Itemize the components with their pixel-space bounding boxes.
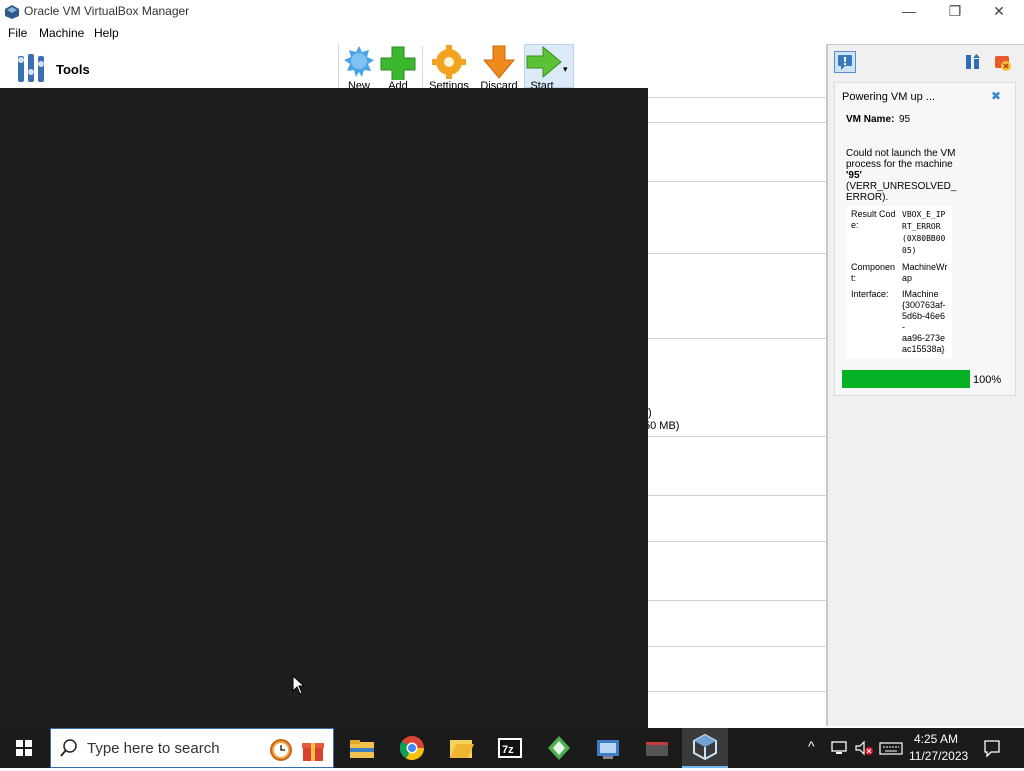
error-machine-name: '95' (846, 170, 862, 181)
clock-time[interactable]: 4:25 AM (914, 732, 958, 746)
component-value: MachineWr (902, 262, 948, 272)
notification-toggle-button[interactable] (834, 51, 856, 73)
result-code-label: e: (851, 220, 859, 230)
virtualbox-icon (693, 733, 717, 761)
discard-button[interactable]: Discard (476, 44, 522, 92)
show-hidden-icons-chevron-icon[interactable]: ^ (808, 738, 815, 754)
start-arrow-icon (526, 45, 562, 79)
restore-button[interactable]: ❐ (932, 0, 978, 24)
interface-value: IMachine (902, 289, 939, 299)
result-code-value: (0X80BB00 (902, 234, 946, 243)
divider (648, 495, 828, 496)
virtualbox-logo-icon (5, 5, 19, 19)
component-value: ap (902, 273, 913, 283)
settings-button[interactable]: Settings (426, 44, 472, 92)
error-message-line: ERROR). (846, 192, 889, 203)
menu-bar: File Machine Help (0, 24, 828, 44)
divider (648, 691, 828, 692)
gear-icon (432, 45, 466, 79)
7zip-icon[interactable]: 7z (495, 734, 525, 762)
virtualbox-taskbar-button[interactable] (682, 728, 728, 768)
vm-name-value: 95 (899, 114, 911, 125)
network-app-icon[interactable] (544, 734, 574, 762)
chrome-icon[interactable] (397, 734, 427, 762)
gift-icon[interactable] (299, 735, 327, 763)
error-message-line: process for the machine (846, 159, 953, 170)
clear-all-icon (995, 56, 1011, 71)
divider (648, 97, 828, 98)
add-icon (380, 46, 416, 82)
svg-text:7z: 7z (502, 744, 514, 756)
details-fragment: 50 MB) (644, 420, 680, 432)
error-message-line: (VERR_UNRESOLVED_ (846, 181, 957, 192)
divider (648, 541, 828, 542)
progress-bar (842, 370, 970, 388)
search-icon (60, 739, 77, 757)
clock-date[interactable]: 11/27/2023 (909, 749, 968, 763)
component-label: Componen (851, 262, 896, 272)
tools-label: Tools (56, 62, 90, 77)
folder-app-icon[interactable] (446, 734, 476, 762)
tools-button[interactable] (14, 50, 50, 86)
minimize-button[interactable]: — (886, 0, 932, 24)
interface-value: ac15538a} (902, 344, 945, 354)
sort-button[interactable] (963, 53, 983, 73)
result-code-value: VBOX_E_IP (902, 210, 946, 219)
error-message-line: Could not launch the VM (846, 148, 956, 159)
result-code-label: Result Cod (851, 209, 896, 219)
divider (648, 253, 828, 254)
close-button[interactable]: ✕ (976, 0, 1022, 24)
file-explorer-icon[interactable] (347, 734, 377, 762)
result-code-value: RT_ERROR (902, 222, 941, 231)
window-title: Oracle VM VirtualBox Manager (24, 4, 190, 18)
network-icon[interactable] (830, 740, 848, 756)
discard-arrow-icon (482, 45, 516, 79)
interface-value: aa96-273e (902, 333, 946, 343)
progress-label: 100% (973, 374, 1002, 386)
action-center-icon[interactable] (982, 738, 1002, 758)
start-menu-button[interactable] (0, 728, 48, 768)
interface-value: {300763af- (902, 300, 946, 310)
add-button[interactable]: Add (375, 44, 421, 92)
speaker-muted-icon[interactable] (854, 740, 874, 756)
terminal-icon[interactable] (642, 734, 672, 762)
vm-name-label: VM Name: (846, 114, 895, 125)
divider (648, 646, 828, 647)
divider (648, 338, 828, 339)
result-code-value: 05) (902, 246, 917, 255)
clear-notifications-button[interactable] (993, 53, 1013, 73)
divider (648, 436, 828, 437)
tools-icon (18, 54, 44, 82)
divider (648, 181, 828, 182)
keyboard-icon[interactable] (879, 740, 903, 756)
start-button[interactable]: Start (519, 44, 565, 92)
sort-icon (966, 54, 980, 69)
toolbar-separator-2 (422, 46, 423, 88)
start-dropdown-arrow-icon[interactable]: ▾ (563, 64, 573, 74)
divider (648, 600, 828, 601)
blank-dark-window[interactable] (0, 88, 648, 728)
title-bar: Oracle VM VirtualBox Manager — ❐ ✕ (0, 0, 1024, 24)
speech-bubble-icon (838, 55, 852, 70)
search-placeholder: Type here to search (87, 740, 220, 757)
windows-start-icon (16, 740, 32, 756)
interface-value: 5d6b-46e6 (902, 311, 946, 321)
divider (648, 122, 828, 123)
close-notification-icon[interactable]: ✖ (989, 89, 1003, 103)
interface-label: Interface: (851, 289, 889, 299)
alarm-clock-icon[interactable] (267, 735, 295, 763)
details-fragment: ) (648, 407, 652, 419)
menu-help[interactable]: Help (94, 26, 119, 40)
menu-machine[interactable]: Machine (39, 26, 84, 40)
component-label: t: (851, 273, 857, 283)
mouse-cursor-icon (292, 675, 306, 695)
control-panel-icon[interactable] (593, 734, 623, 762)
taskbar-search-box[interactable]: Type here to search (50, 728, 334, 768)
notification-header: Powering VM up ... (842, 91, 935, 103)
interface-value: - (902, 322, 905, 332)
menu-file[interactable]: File (8, 26, 27, 40)
